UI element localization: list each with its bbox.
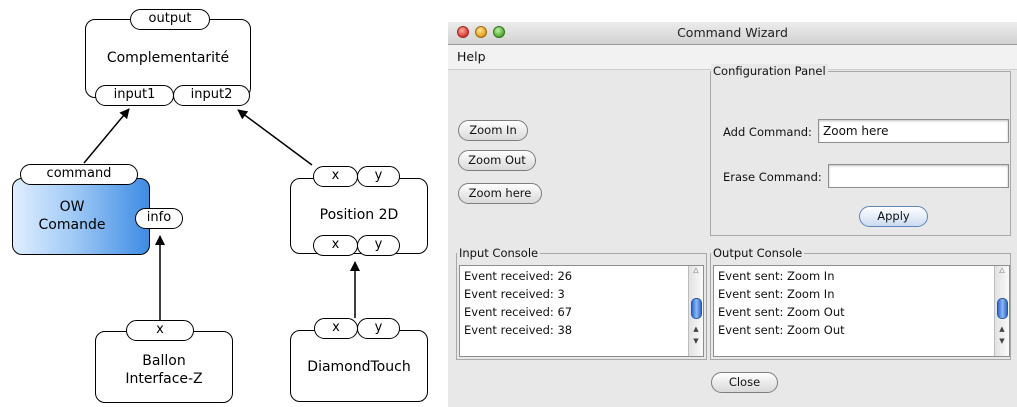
scroll-up-arrow-icon[interactable]: ▲ <box>689 324 703 335</box>
scroll-top-arrow-icon: △ <box>999 266 1005 274</box>
configuration-panel: Configuration Panel Add Command: Zoom he… <box>710 64 1011 236</box>
add-command-label: Add Command: <box>723 125 812 139</box>
port-input1: input1 <box>95 85 174 106</box>
zoom-in-button[interactable]: Zoom In <box>458 120 528 141</box>
arrow-command-to-input1 <box>83 108 130 164</box>
input-console-legend: Input Console <box>457 246 541 260</box>
scroll-thumb[interactable] <box>997 298 1008 319</box>
arrow-position-to-input2 <box>237 109 313 166</box>
output-console-scrollbar[interactable]: △ ▲ ▼ <box>994 266 1009 356</box>
port-diamond-y: y <box>357 318 400 339</box>
add-command-field[interactable]: Zoom here <box>818 119 1009 143</box>
command-wizard-window: Command Wizard Help Zoom In Zoom Out Zoo… <box>448 22 1017 407</box>
input-console-line: Event received: 38 <box>464 323 573 337</box>
port-position-out-x: x <box>313 235 358 256</box>
port-info: info <box>135 208 183 229</box>
scroll-up-arrow-icon[interactable]: ▲ <box>995 324 1009 335</box>
node-ow-comande: OW Comande <box>12 178 150 255</box>
output-console-line: Event sent: Zoom Out <box>718 323 845 337</box>
input-console-line: Event received: 67 <box>464 305 573 319</box>
port-diamond-x: x <box>314 318 358 339</box>
input-console-panel: Input Console Event received: 26 Event r… <box>456 246 707 360</box>
node-complementarite-title: Complementarité <box>106 50 230 66</box>
erase-command-field[interactable] <box>828 164 1009 188</box>
port-output: output <box>130 9 210 30</box>
scroll-down-arrow-icon[interactable]: ▼ <box>995 336 1009 347</box>
port-command: command <box>20 164 138 185</box>
port-ballon-x: x <box>126 320 194 341</box>
erase-command-label: Erase Command: <box>723 170 822 184</box>
output-console-line: Event sent: Zoom In <box>718 287 835 301</box>
output-console-line: Event sent: Zoom In <box>718 269 835 283</box>
menu-help[interactable]: Help <box>457 49 486 64</box>
scroll-down-arrow-icon[interactable]: ▼ <box>689 336 703 347</box>
node-position-2d-title: Position 2D <box>319 207 399 223</box>
port-input2: input2 <box>173 85 250 106</box>
apply-button[interactable]: Apply <box>859 206 928 227</box>
node-ballon-title-line2: Interface-Z <box>125 371 203 387</box>
scroll-top-arrow-icon: △ <box>693 266 699 274</box>
input-console-line: Event received: 26 <box>464 269 573 283</box>
node-ballon-title-line1: Ballon <box>142 353 186 369</box>
output-console-line: Event sent: Zoom Out <box>718 305 845 319</box>
port-position-out-y: y <box>357 235 400 256</box>
port-position-in-y: y <box>357 166 400 187</box>
zoom-out-button[interactable]: Zoom Out <box>458 150 536 171</box>
output-console-log[interactable]: Event sent: Zoom In Event sent: Zoom In … <box>713 265 1010 357</box>
zoom-here-button[interactable]: Zoom here <box>458 183 542 204</box>
window-title: Command Wizard <box>677 25 788 40</box>
component-diagram: Complementarité output input1 input2 OW … <box>0 0 440 407</box>
input-console-log[interactable]: Event received: 26 Event received: 3 Eve… <box>459 265 704 357</box>
scroll-thumb[interactable] <box>691 298 702 319</box>
configuration-panel-legend: Configuration Panel <box>711 64 828 78</box>
output-console-legend: Output Console <box>711 246 805 260</box>
node-diamondtouch: DiamondTouch <box>290 330 428 402</box>
input-console-line: Event received: 3 <box>464 287 565 301</box>
node-ow-title-line1: OW <box>59 199 85 215</box>
close-button[interactable]: Close <box>711 372 778 393</box>
output-console-panel: Output Console Event sent: Zoom In Event… <box>710 246 1011 360</box>
node-ow-title-line2: Comande <box>38 217 106 233</box>
port-position-in-x: x <box>313 166 358 187</box>
node-diamondtouch-title: DiamondTouch <box>307 359 411 375</box>
input-console-scrollbar[interactable]: △ ▲ ▼ <box>688 266 703 356</box>
window-titlebar[interactable]: Command Wizard <box>448 22 1017 45</box>
node-ballon-interface-z: Ballon Interface-Z <box>95 331 233 403</box>
